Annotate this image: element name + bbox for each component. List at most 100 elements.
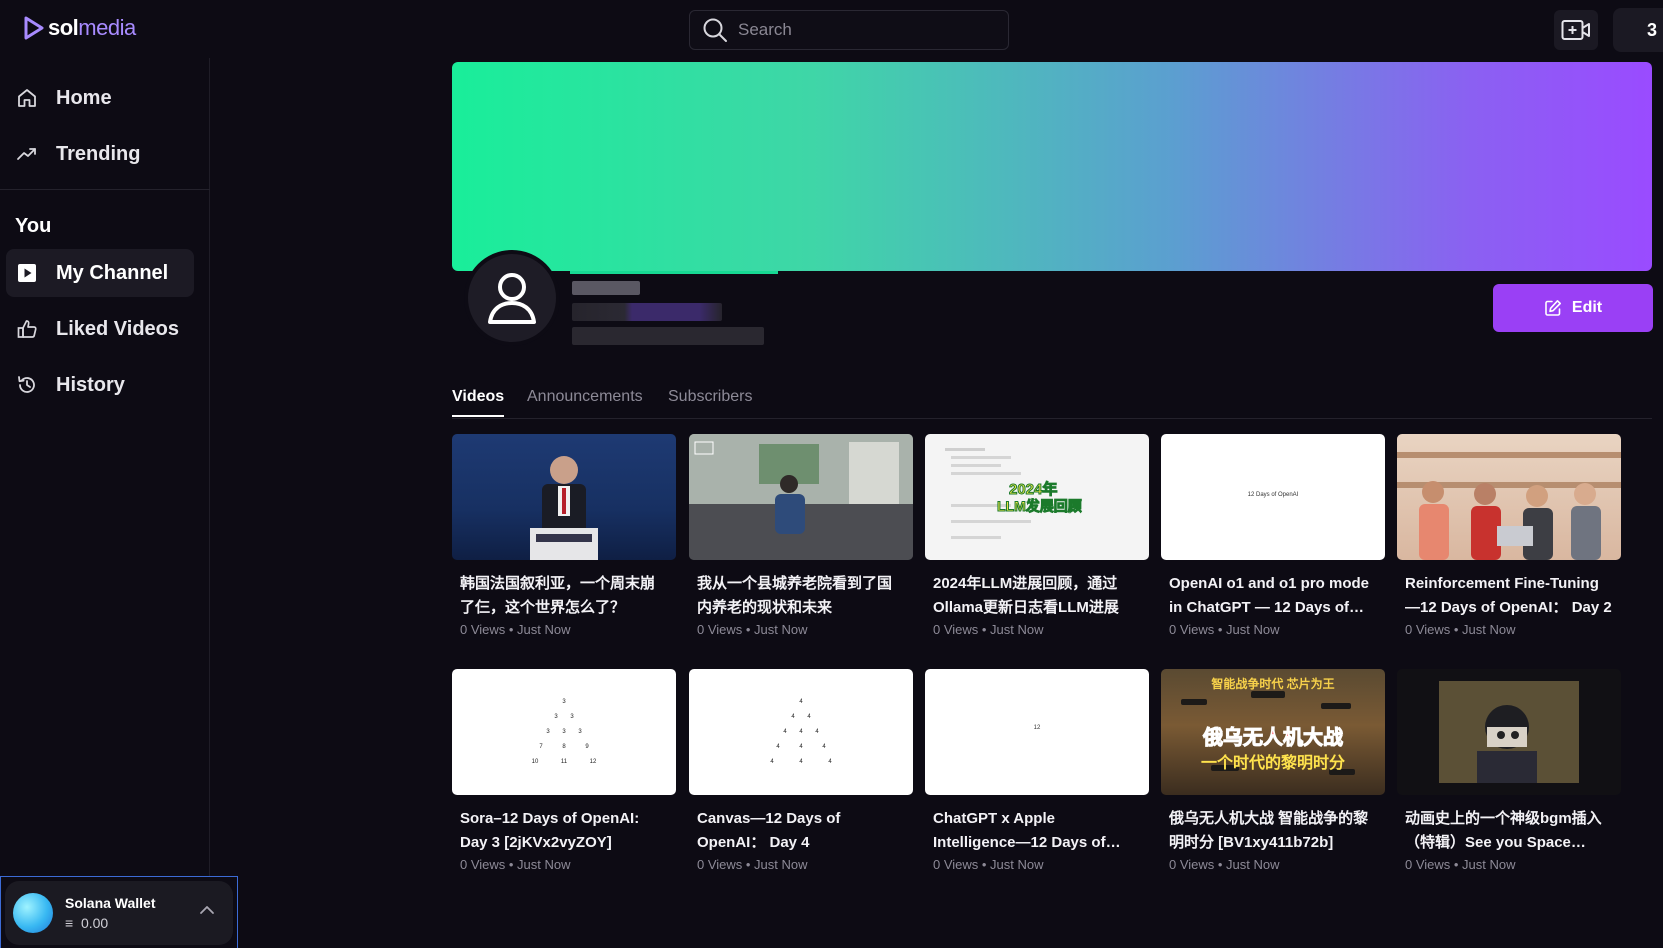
triangle-number: 3 <box>562 729 566 735</box>
triangle-number: 3 <box>562 699 566 705</box>
video-card[interactable]: 我从一个县城养老院看到了国内养老的现状和未来 0 Views • Just No… <box>689 434 913 637</box>
video-thumbnail[interactable]: 3 3 3 3 3 3 7 8 9 10 11 12 <box>452 669 676 795</box>
number-triangle-image: 4 4 4 4 4 4 4 4 4 4 4 4 <box>770 699 832 765</box>
redacted-channel-description <box>572 327 764 345</box>
profile-button[interactable]: 3 <box>1613 8 1663 52</box>
video-thumbnail[interactable]: 12 Days of OpenAI <box>1161 434 1385 560</box>
video-title[interactable]: 韩国法国叙利亚，一个周末崩了仨，这个世界怎么了？ <box>460 572 668 620</box>
video-title[interactable]: 2024年LLM进展回顾，通过Ollama更新日志看LLM进展 <box>933 572 1141 620</box>
news-podium-image <box>530 456 598 560</box>
video-meta: 0 Views • Just Now <box>460 857 571 872</box>
video-title[interactable]: Reinforcement Fine-Tuning—12 Days of Ope… <box>1405 572 1613 620</box>
video-add-icon <box>1561 20 1590 40</box>
search-input[interactable] <box>738 20 988 40</box>
video-card[interactable]: 12 Days of OpenAI OpenAI o1 and o1 pro m… <box>1161 434 1385 637</box>
video-card[interactable]: Reinforcement Fine-Tuning—12 Days of Ope… <box>1397 434 1621 637</box>
play-square-icon <box>18 264 36 282</box>
edit-channel-button[interactable]: Edit <box>1493 284 1653 332</box>
video-card[interactable]: 韩国法国叙利亚，一个周末崩了仨，这个世界怎么了？ 0 Views • Just … <box>452 434 676 637</box>
group-table-image <box>1397 452 1621 560</box>
wallet-button[interactable]: Solana Wallet ≡ 0.00 <box>5 881 233 945</box>
video-title[interactable]: OpenAI o1 and o1 pro mode in ChatGPT — 1… <box>1169 572 1377 620</box>
video-thumbnail[interactable] <box>689 434 913 560</box>
triangle-number: 4 <box>776 744 780 750</box>
search-icon <box>703 18 727 42</box>
triangle-number: 4 <box>799 729 803 735</box>
video-title[interactable]: 动画史上的一个神级bgm插入（特辑）See you Space Cowboy <box>1405 807 1613 855</box>
number-triangle-image: 3 3 3 3 3 3 7 8 9 10 11 12 <box>532 699 597 765</box>
solana-symbol-icon: ≡ <box>65 915 74 931</box>
video-meta: 0 Views • Just Now <box>933 622 1044 637</box>
redacted-channel-name <box>572 281 640 295</box>
triangle-number: 10 <box>532 759 539 765</box>
channel-tabs: Videos Announcements Subscribers <box>452 386 1652 419</box>
triangle-number: 11 <box>561 759 568 765</box>
tab-videos[interactable]: Videos <box>452 388 505 417</box>
sidebar-item-home[interactable]: Home <box>6 74 194 122</box>
triangle-number: 12 <box>590 759 597 765</box>
video-title[interactable]: Canvas—12 Days of OpenAI： Day 4 <box>697 807 905 855</box>
sidebar-item-label: History <box>56 373 125 396</box>
thumbnail-overlay-title: LLM发展回顾 <box>997 498 1083 515</box>
video-thumbnail[interactable]: 12 <box>925 669 1149 795</box>
video-meta: 0 Views • Just Now <box>933 857 1044 872</box>
video-meta: 0 Views • Just Now <box>697 857 808 872</box>
tab-subscribers[interactable]: Subscribers <box>668 388 752 415</box>
triangle-number: 4 <box>770 759 774 765</box>
triangle-number: 4 <box>783 729 787 735</box>
triangle-number: 4 <box>791 714 795 720</box>
sidebar-item-trending[interactable]: Trending <box>6 130 194 178</box>
triangle-number: 7 <box>539 744 543 750</box>
triangle-number: 4 <box>815 729 819 735</box>
sidebar-item-label: Liked Videos <box>56 317 180 340</box>
sidebar-item-my-channel[interactable]: My Channel <box>6 249 194 297</box>
video-title[interactable]: 我从一个县城养老院看到了国内养老的现状和未来 <box>697 572 905 620</box>
video-card[interactable]: 智能战争时代 芯片为王 俄乌无人机大战 一个时代的黎明时分 俄乌无人机大战 智能… <box>1161 669 1385 872</box>
tab-announcements[interactable]: Announcements <box>527 388 643 415</box>
triangle-number: 4 <box>799 759 803 765</box>
video-meta: 0 Views • Just Now <box>460 622 571 637</box>
triangle-number: 8 <box>562 744 566 750</box>
logo-text-sol: sol <box>48 15 79 40</box>
sidebar: Home Trending You My Channel Liked Video… <box>0 58 210 948</box>
triangle-number: 3 <box>570 714 574 720</box>
trending-icon <box>17 148 36 160</box>
video-meta: 0 Views • Just Now <box>1169 622 1280 637</box>
wallet-balance-row: ≡ 0.00 <box>65 915 156 931</box>
thumbnail-overlay-top: 智能战争时代 芯片为王 <box>1211 677 1335 691</box>
wallet-panel: Solana Wallet ≡ 0.00 <box>0 876 238 948</box>
sidebar-section-you: You <box>15 215 52 237</box>
video-title[interactable]: 俄乌无人机大战 智能战争的黎明时分 [BV1xy411b72b] <box>1169 807 1377 855</box>
video-card[interactable]: 动画史上的一个神级bgm插入（特辑）See you Space Cowboy 0… <box>1397 669 1621 872</box>
top-bar: solmedia 3 <box>0 0 1663 58</box>
video-card[interactable]: 3 3 3 3 3 3 7 8 9 10 11 12 Sora–12 Days … <box>452 669 676 872</box>
upload-video-button[interactable] <box>1554 10 1598 50</box>
wallet-balance: 0.00 <box>80 915 109 931</box>
sidebar-item-history[interactable]: History <box>6 361 194 409</box>
logo[interactable]: solmedia <box>22 15 136 41</box>
video-thumbnail[interactable]: 智能战争时代 芯片为王 俄乌无人机大战 一个时代的黎明时分 <box>1161 669 1385 795</box>
video-card[interactable]: 2024年 LLM发展回顾 2024年LLM进展回顾，通过Ollama更新日志看… <box>925 434 1149 637</box>
search-bar[interactable] <box>689 10 1009 50</box>
sidebar-item-liked-videos[interactable]: Liked Videos <box>6 305 194 353</box>
video-title[interactable]: ChatGPT x Apple Intelligence—12 Days of … <box>933 807 1141 855</box>
video-thumbnail[interactable]: 2024年 LLM发展回顾 <box>925 434 1149 560</box>
video-thumbnail[interactable] <box>1397 669 1621 795</box>
video-meta: 0 Views • Just Now <box>1405 622 1516 637</box>
triangle-number: 3 <box>546 729 550 735</box>
thumbnail-overlay-title: 俄乌无人机大战 <box>1203 727 1344 750</box>
video-thumbnail[interactable] <box>1397 434 1621 560</box>
triangle-number: 3 <box>578 729 582 735</box>
sidebar-item-label: Trending <box>56 142 141 165</box>
video-card[interactable]: 12 ChatGPT x Apple Intelligence—12 Days … <box>925 669 1149 872</box>
video-thumbnail[interactable]: 4 4 4 4 4 4 4 4 4 4 4 4 <box>689 669 913 795</box>
sidebar-divider <box>0 189 210 190</box>
redacted-channel-handle <box>572 303 722 321</box>
logo-text-media: media <box>78 15 136 40</box>
video-title[interactable]: Sora–12 Days of OpenAI: Day 3 [2jKVx2vyZ… <box>460 807 668 855</box>
video-thumbnail[interactable] <box>452 434 676 560</box>
video-card[interactable]: 4 4 4 4 4 4 4 4 4 4 4 4 Canvas—12 Days o… <box>689 669 913 872</box>
chevron-up-icon[interactable] <box>199 905 215 915</box>
thumbs-up-icon <box>17 320 37 338</box>
channel-avatar <box>464 250 560 346</box>
